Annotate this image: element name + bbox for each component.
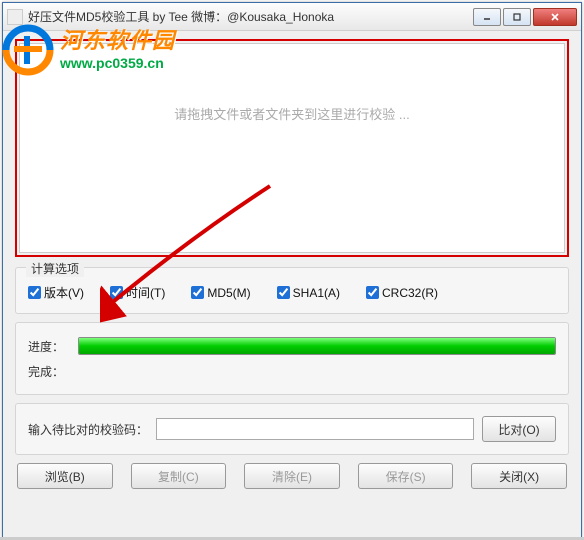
options-group: 计算选项 版本(V) 时间(T) MD5(M) SHA1(A): [15, 267, 569, 314]
checkbox-crc32-input[interactable]: [366, 286, 379, 299]
close-icon: [549, 12, 561, 22]
browse-button[interactable]: 浏览(B): [17, 463, 113, 489]
window-title: 好压文件MD5校验工具 by Tee 微博：@Kousaka_Honoka: [28, 8, 473, 25]
compare-row: 输入待比对的校验码： 比对(O): [28, 416, 556, 442]
checkbox-md5[interactable]: MD5(M): [191, 284, 250, 301]
checkbox-version-input[interactable]: [28, 286, 41, 299]
close-app-button[interactable]: 关闭(X): [471, 463, 567, 489]
app-icon: [7, 9, 23, 25]
clear-button[interactable]: 清除(E): [244, 463, 340, 489]
checkbox-md5-input[interactable]: [191, 286, 204, 299]
progress-group: 进度： 完成：: [15, 322, 569, 395]
checkbox-time-input[interactable]: [110, 286, 123, 299]
progress-row: 进度：: [28, 333, 556, 359]
checkbox-version[interactable]: 版本(V): [28, 284, 84, 301]
window-controls: [473, 8, 577, 26]
compare-button[interactable]: 比对(O): [482, 416, 556, 442]
copy-button[interactable]: 复制(C): [131, 463, 227, 489]
compare-input[interactable]: [156, 418, 474, 440]
save-button[interactable]: 保存(S): [358, 463, 454, 489]
close-button[interactable]: [533, 8, 577, 26]
maximize-button[interactable]: [503, 8, 531, 26]
button-row: 浏览(B) 复制(C) 清除(E) 保存(S) 关闭(X): [15, 463, 569, 489]
checkbox-sha1[interactable]: SHA1(A): [277, 284, 340, 301]
maximize-icon: [512, 12, 522, 22]
options-group-title: 计算选项: [26, 260, 84, 277]
minimize-button[interactable]: [473, 8, 501, 26]
dropzone-placeholder: 请拖拽文件或者文件夹到这里进行校验 ...: [174, 104, 409, 123]
options-row: 版本(V) 时间(T) MD5(M) SHA1(A) CRC32(R): [28, 284, 556, 301]
app-window: 好压文件MD5校验工具 by Tee 微博：@Kousaka_Honoka 请拖…: [2, 2, 582, 538]
checkbox-sha1-input[interactable]: [277, 286, 290, 299]
progress-label: 进度：: [28, 338, 68, 355]
progress-bar: [78, 337, 556, 355]
compare-label: 输入待比对的校验码：: [28, 421, 148, 438]
compare-group: 输入待比对的校验码： 比对(O): [15, 403, 569, 455]
titlebar: 好压文件MD5校验工具 by Tee 微博：@Kousaka_Honoka: [3, 3, 581, 31]
minimize-icon: [482, 12, 492, 22]
checkbox-label: CRC32(R): [382, 286, 438, 300]
checkbox-label: 时间(T): [126, 284, 165, 301]
done-row: 完成：: [28, 359, 556, 384]
done-label: 完成：: [28, 363, 68, 380]
client-area: 请拖拽文件或者文件夹到这里进行校验 ... 计算选项 版本(V) 时间(T) M…: [3, 31, 581, 499]
dropzone-highlight: 请拖拽文件或者文件夹到这里进行校验 ...: [15, 39, 569, 257]
checkbox-label: SHA1(A): [293, 286, 340, 300]
checkbox-label: MD5(M): [207, 286, 250, 300]
checkbox-time[interactable]: 时间(T): [110, 284, 165, 301]
checkbox-label: 版本(V): [44, 284, 84, 301]
checkbox-crc32[interactable]: CRC32(R): [366, 284, 438, 301]
progress-fill: [79, 338, 555, 354]
file-drop-zone[interactable]: 请拖拽文件或者文件夹到这里进行校验 ...: [19, 43, 565, 253]
